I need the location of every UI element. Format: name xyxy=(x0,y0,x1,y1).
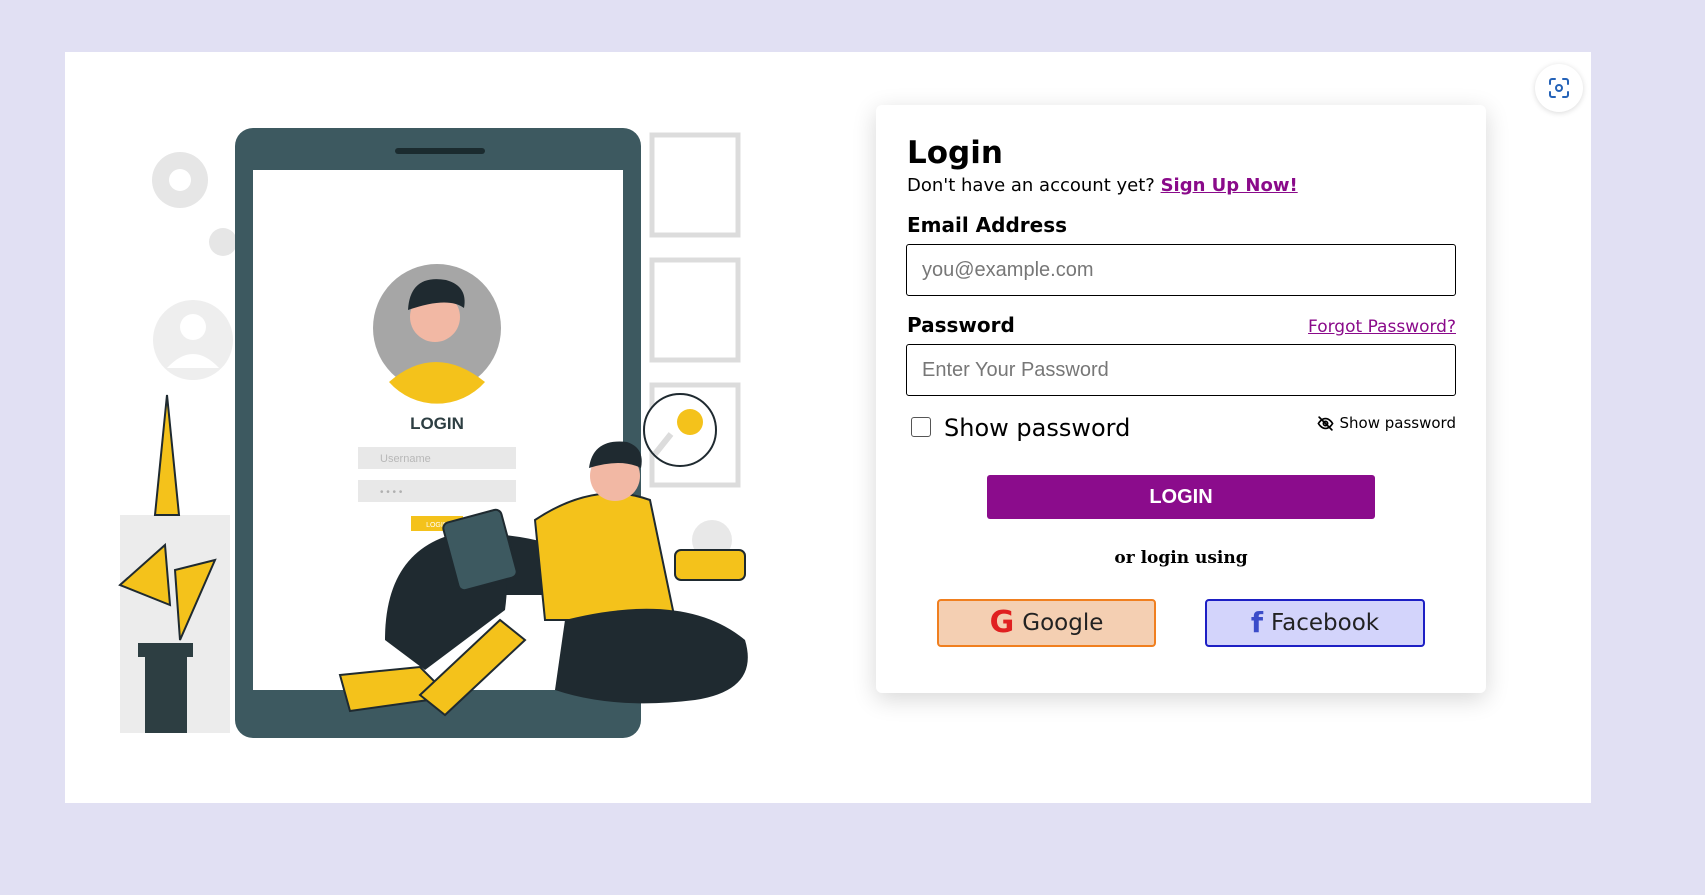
potted-plant xyxy=(118,394,230,733)
facebook-login-button[interactable]: f Facebook xyxy=(1205,599,1425,647)
password-label: Password xyxy=(907,313,1015,337)
show-password-toggle[interactable]: Show password xyxy=(1316,414,1456,432)
signup-link[interactable]: Sign Up Now! xyxy=(1161,175,1298,196)
thought-bubble xyxy=(643,393,717,467)
scan-icon xyxy=(1549,78,1569,98)
phone-password-dots: • • • • xyxy=(380,487,403,498)
screenshot-scan-button[interactable] xyxy=(1535,64,1583,112)
email-label: Email Address xyxy=(907,213,1068,237)
phone-username-placeholder: Username xyxy=(380,453,431,465)
phone-login-label: LOGIN xyxy=(410,414,464,433)
email-field[interactable] xyxy=(906,244,1456,296)
show-password-checkbox-label: Show password xyxy=(944,414,1131,442)
facebook-f-icon: f xyxy=(1250,606,1264,639)
user-avatar-icon xyxy=(153,300,233,380)
password-field[interactable] xyxy=(906,344,1456,396)
facebook-button-label: Facebook xyxy=(1271,610,1380,636)
show-password-toggle-label: Show password xyxy=(1339,414,1456,432)
signup-prompt-line: Don't have an account yet? Sign Up Now! xyxy=(907,175,1298,196)
google-login-button[interactable]: G Google xyxy=(937,599,1156,647)
wall-frame xyxy=(649,132,741,238)
signup-prompt: Don't have an account yet? xyxy=(907,175,1155,196)
login-card: Login Don't have an account yet? Sign Up… xyxy=(876,105,1486,693)
show-password-checkbox[interactable] xyxy=(911,417,931,437)
wall-frame xyxy=(649,257,741,363)
gear-icon xyxy=(152,152,208,208)
login-button[interactable]: LOGIN xyxy=(987,475,1375,519)
phone-speaker xyxy=(395,148,485,154)
eye-off-icon xyxy=(1316,415,1334,431)
gear-icon xyxy=(209,228,237,256)
login-title: Login xyxy=(907,135,1003,171)
login-illustration: LOGIN Username • • • • LOGIN xyxy=(118,128,748,738)
google-button-label: Google xyxy=(1022,610,1104,636)
forgot-password-link[interactable]: Forgot Password? xyxy=(1308,317,1456,337)
google-g-icon: G xyxy=(989,605,1015,640)
or-login-using-text: or login using xyxy=(1114,548,1248,568)
